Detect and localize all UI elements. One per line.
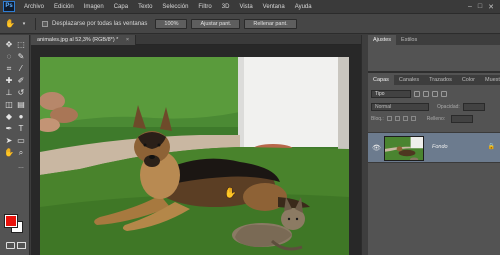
pen-tool-icon[interactable]: ✒ — [3, 123, 15, 134]
healing-brush-tool-icon[interactable]: ✚ — [3, 75, 15, 86]
adjustments-panel-tabs: Ajustes Estilos — [368, 35, 500, 45]
document-area: animales.jpg al 52,3% (RGB/8*) * × ✋ — [31, 35, 361, 255]
separator — [35, 17, 36, 30]
layer-filter-row: Tipo — [371, 89, 498, 98]
options-bar: ✋ ▾ Desplazarse por todas las ventanas 1… — [0, 14, 500, 34]
image-canvas[interactable] — [40, 57, 349, 255]
foreground-color-swatch[interactable] — [4, 214, 18, 228]
menu-filtro[interactable]: Filtro — [193, 4, 216, 10]
menu-bar: Ps Archivo Edición Imagen Capa Texto Sel… — [0, 0, 500, 14]
gradient-tool-icon[interactable]: ▤ — [15, 99, 27, 110]
close-icon[interactable]: ✕ — [488, 3, 494, 11]
layer-name[interactable]: Fondo — [432, 144, 448, 150]
minimize-icon[interactable]: – — [468, 3, 472, 11]
move-tool-icon[interactable]: ✥ — [3, 39, 15, 50]
menu-ayuda[interactable]: Ayuda — [290, 4, 317, 10]
adjustments-panel-body — [368, 45, 500, 73]
photoshop-logo: Ps — [3, 1, 15, 12]
menu-ventana[interactable]: Ventana — [258, 4, 290, 10]
menu-vista[interactable]: Vista — [234, 4, 257, 10]
eye-icon[interactable]: 👁 — [372, 144, 381, 152]
adjustment-filter-icon[interactable] — [423, 90, 429, 97]
history-brush-tool-icon[interactable]: ↺ — [15, 87, 27, 98]
layer-lock-icon: 🔒 — [487, 144, 495, 150]
lock-transparent-icon[interactable] — [386, 116, 392, 121]
lock-label: Bloq.: — [371, 115, 384, 122]
menu-archivo[interactable]: Archivo — [19, 4, 49, 10]
eyedropper-tool-icon[interactable]: ⁄ — [15, 63, 27, 74]
pixel-filter-icon[interactable] — [414, 90, 420, 97]
quick-selection-tool-icon[interactable]: ✎ — [15, 51, 27, 62]
quick-mask-icon[interactable] — [6, 242, 15, 249]
menu-seleccion[interactable]: Selección — [157, 4, 193, 10]
blur-tool-icon[interactable]: ◆ — [3, 111, 15, 122]
lock-all-icon[interactable] — [410, 116, 416, 121]
menu-3d[interactable]: 3D — [217, 4, 235, 10]
marquee-tool-icon[interactable]: ⬚ — [15, 39, 27, 50]
brush-tool-icon[interactable]: ✐ — [15, 75, 27, 86]
type-tool-icon[interactable]: T — [15, 123, 27, 134]
tab-ajustes[interactable]: Ajustes — [368, 35, 397, 45]
menu-edicion[interactable]: Edición — [49, 4, 79, 10]
document-tab[interactable]: animales.jpg al 52,3% (RGB/8*) * × — [31, 35, 137, 45]
hand-tool-icon[interactable]: ✋ — [3, 147, 15, 158]
tab-trazados[interactable]: Trazados — [424, 75, 457, 85]
type-filter-icon[interactable] — [432, 90, 438, 97]
blend-mode-select[interactable]: Normal — [371, 102, 429, 111]
clone-stamp-tool-icon[interactable]: ⊥ — [3, 87, 15, 98]
tab-muestras[interactable]: Muestras — [480, 75, 500, 85]
blend-row: Normal Opacidad: — [371, 102, 498, 111]
maximize-icon[interactable]: □ — [478, 3, 482, 11]
shape-filter-icon[interactable] — [441, 90, 447, 97]
screen-mode-icon[interactable] — [17, 242, 26, 249]
lock-row: Bloq.: Relleno: — [371, 114, 498, 123]
dodge-tool-icon[interactable]: ● — [15, 111, 27, 122]
lasso-tool-icon[interactable]: ◌ — [3, 51, 15, 62]
tab-color[interactable]: Color — [457, 75, 480, 85]
close-document-icon[interactable]: × — [126, 37, 129, 43]
eraser-tool-icon[interactable]: ◫ — [3, 99, 15, 110]
lock-position-icon[interactable] — [402, 116, 408, 121]
fill-field[interactable] — [451, 114, 474, 123]
layers-panel: Tipo Normal Opacidad: Bloq.: Relleno: 👁 — [368, 85, 500, 255]
window-controls: – □ ✕ — [468, 3, 500, 11]
layers-panel-tabs: Capas Canales Trazados Color Muestras — [368, 75, 500, 85]
zoom-100-button[interactable]: 100% — [155, 18, 188, 29]
scroll-all-windows-label: Desplazarse por todas las ventanas — [52, 20, 148, 27]
fit-screen-button[interactable]: Ajustar pant. — [191, 18, 241, 29]
scroll-all-windows-checkbox[interactable] — [42, 20, 48, 27]
tab-canales[interactable]: Canales — [394, 75, 424, 85]
layer-thumbnail-image — [385, 137, 423, 160]
hand-icon[interactable]: ✋ — [5, 19, 15, 29]
opacity-label: Opacidad: — [437, 103, 460, 110]
opacity-field[interactable] — [462, 102, 485, 111]
tab-estilos[interactable]: Estilos — [396, 35, 422, 45]
zoom-tool-icon[interactable]: ⌕ — [15, 147, 27, 158]
tool-preset-dropdown-icon[interactable]: ▾ — [19, 19, 29, 29]
lock-pixels-icon[interactable] — [394, 116, 400, 121]
fill-label: Relleno: — [426, 115, 446, 122]
layer-kind-select[interactable]: Tipo — [371, 89, 411, 98]
hand-cursor-icon: ✋ — [224, 188, 237, 199]
tools-panel: ✥ ⬚ ◌ ✎ ⌗ ⁄ ✚ ✐ ⊥ ↺ ◫ ▤ ◆ ● ✒ T ➤ ▭ ✋ ⌕ … — [0, 35, 30, 255]
more-tools-icon[interactable]: … — [15, 162, 27, 173]
layer-row[interactable]: 👁 Fondo 🔒 — [368, 132, 500, 163]
layer-thumbnail — [384, 136, 424, 161]
menu-texto[interactable]: Texto — [133, 4, 157, 10]
photo-illustration — [40, 57, 349, 255]
path-selection-tool-icon[interactable]: ➤ — [3, 135, 15, 146]
shape-tool-icon[interactable]: ▭ — [15, 135, 27, 146]
menu-imagen[interactable]: Imagen — [79, 4, 109, 10]
document-tab-title: animales.jpg al 52,3% (RGB/8*) * — [37, 37, 119, 43]
right-panels: Ajustes Estilos Capas Canales Trazados C… — [361, 35, 500, 255]
tab-capas[interactable]: Capas — [368, 75, 394, 85]
menu-capa[interactable]: Capa — [109, 4, 133, 10]
fill-screen-button[interactable]: Rellenar pant. — [244, 18, 297, 29]
crop-tool-icon[interactable]: ⌗ — [3, 63, 15, 74]
